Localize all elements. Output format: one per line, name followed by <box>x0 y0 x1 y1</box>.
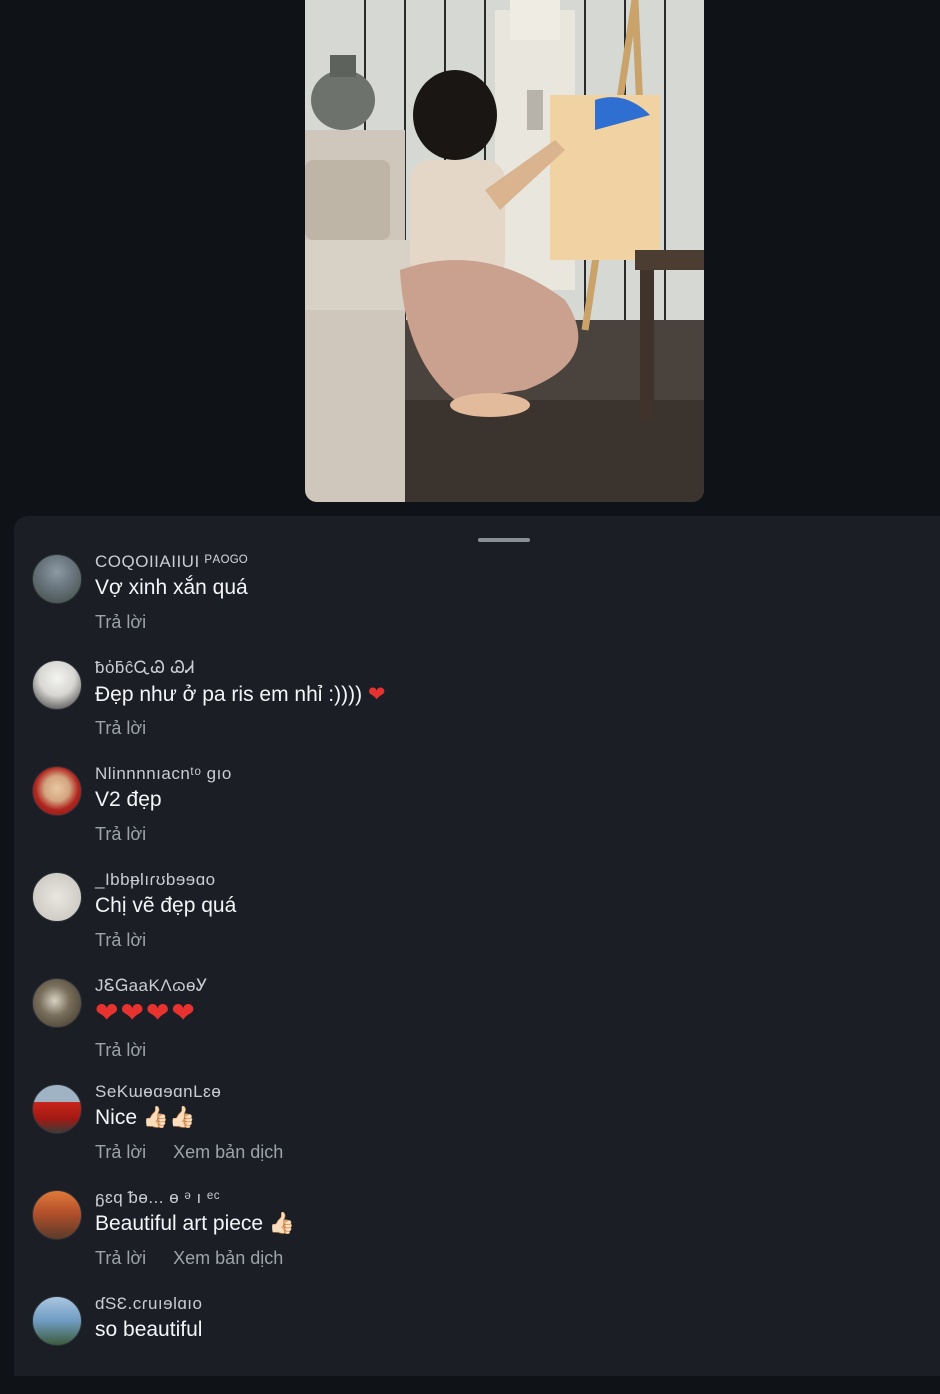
comment-username[interactable]: SeKɯɵɑɘɑnLɛɵ <box>95 1082 221 1102</box>
comment-hearts-emoji: ❤❤❤❤ <box>95 997 197 1028</box>
comment-text: so beautiful <box>95 1318 203 1341</box>
comment-item: COQOIIAIIUI ᴾᴬᴼᴳᴼ Vợ xinh xắn quá Trả lờ… <box>32 552 912 652</box>
comment-username[interactable]: ᵷɛq ᵬɵ... ɵ ᵊ ı ᵉᶜ <box>95 1188 220 1208</box>
video-thumbnail[interactable] <box>305 0 704 502</box>
avatar-icon[interactable] <box>32 1084 82 1134</box>
sheet-drag-handle[interactable] <box>478 538 530 542</box>
comment-username[interactable]: JᏋᏀaaKɅɷɵᎩ <box>95 976 208 996</box>
reply-button[interactable]: Trả lời <box>95 930 146 950</box>
reply-button[interactable]: Trả lời <box>95 612 146 632</box>
reply-button[interactable]: Trả lời <box>95 718 146 738</box>
comment-item: ƀὀƃĉᏩᏊ ᏊᏗ Đẹp như ở pa ris em nhỉ :)))) … <box>32 658 912 758</box>
comment-username[interactable]: _Ibbᵽlıɾʊbɘɘɑo <box>95 870 216 890</box>
comment-actions: Trả lời <box>95 824 168 845</box>
comment-text: Vợ xinh xắn quá <box>95 576 248 599</box>
comment-actions: Trả lời <box>95 612 168 633</box>
avatar-icon[interactable] <box>32 766 82 816</box>
avatar-icon[interactable] <box>32 554 82 604</box>
avatar-icon[interactable] <box>32 978 82 1028</box>
comments-sheet: COQOIIAIIUI ᴾᴬᴼᴳᴼ Vợ xinh xắn quá Trả lờ… <box>14 516 940 1376</box>
comment-text: Chị vẽ đẹp quá <box>95 894 237 917</box>
comment-actions: Trả lời Xem bản dịch <box>95 1142 305 1163</box>
comment-item: ɗSƐ.cɾuıɘlɑıo so beautiful <box>32 1294 912 1394</box>
comment-text: Beautiful art piece 👍🏻 <box>95 1212 296 1235</box>
comment-text: Nice 👍🏻👍🏻 <box>95 1106 196 1129</box>
reply-button[interactable]: Trả lời <box>95 824 146 844</box>
video-area <box>0 0 940 516</box>
avatar-icon[interactable] <box>32 1190 82 1240</box>
comment-actions: Trả lời Xem bản dịch <box>95 1248 305 1269</box>
comment-item: ᵷɛq ᵬɵ... ɵ ᵊ ı ᵉᶜ Beautiful art piece 👍… <box>32 1188 912 1288</box>
avatar-icon[interactable] <box>32 872 82 922</box>
translate-button[interactable]: Xem bản dịch <box>173 1142 283 1162</box>
comment-item: Nlinnnnıacnᵗᵒ gıo V2 đẹp Trả lời <box>32 764 912 864</box>
comment-username[interactable]: ɗSƐ.cɾuıɘlɑıo <box>95 1294 203 1314</box>
avatar-icon[interactable] <box>32 1296 82 1346</box>
reply-button[interactable]: Trả lời <box>95 1248 146 1268</box>
comment-item: SeKɯɵɑɘɑnLɛɵ Nice 👍🏻👍🏻 Trả lời Xem bản d… <box>32 1082 912 1182</box>
reply-button[interactable]: Trả lời <box>95 1142 146 1162</box>
comment-username[interactable]: Nlinnnnıacnᵗᵒ gıo <box>95 764 232 784</box>
comment-text: V2 đẹp <box>95 788 162 811</box>
comment-actions: Trả lời <box>95 718 168 739</box>
video-scene-illustration <box>305 0 704 502</box>
heart-emoji-icon: ❤ <box>367 683 386 706</box>
comment-text: Đẹp như ở pa ris em nhỉ :)))) ❤ <box>95 682 386 707</box>
comment-item: _Ibbᵽlıɾʊbɘɘɑo Chị vẽ đẹp quá Trả lời <box>32 870 912 970</box>
translate-button[interactable]: Xem bản dịch <box>173 1248 283 1268</box>
avatar-icon[interactable] <box>32 660 82 710</box>
comment-actions: Trả lời <box>95 1040 168 1061</box>
comment-actions: Trả lời <box>95 930 168 951</box>
comment-username[interactable]: ƀὀƃĉᏩᏊ ᏊᏗ <box>95 658 195 678</box>
comment-username[interactable]: COQOIIAIIUI ᴾᴬᴼᴳᴼ <box>95 552 248 572</box>
comment-text-body: Đẹp như ở pa ris em nhỉ :)))) <box>95 683 363 706</box>
comment-item: JᏋᏀaaKɅɷɵᎩ ❤❤❤❤ Trả lời <box>32 976 912 1076</box>
reply-button[interactable]: Trả lời <box>95 1040 146 1060</box>
